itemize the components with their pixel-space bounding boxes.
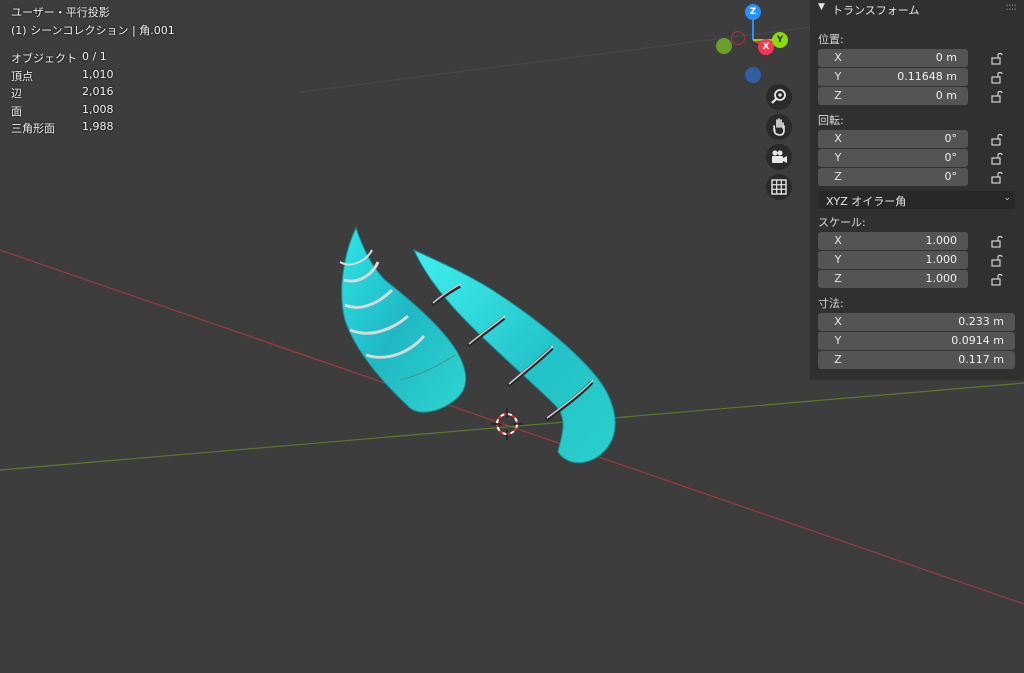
rotation-z-field[interactable]: Z 0° xyxy=(818,168,968,186)
transform-panel-header[interactable]: ▼ トランスフォーム :::: xyxy=(810,0,1024,18)
lock-icon[interactable] xyxy=(990,253,1004,267)
gizmo-neg-y-button[interactable] xyxy=(716,38,732,54)
rotation-mode-dropdown[interactable]: XYZ オイラー角 ⌄ xyxy=(818,191,1015,209)
lock-icon[interactable] xyxy=(990,234,1004,248)
zoom-icon[interactable] xyxy=(766,84,792,110)
lock-icon[interactable] xyxy=(990,51,1004,65)
hand-icon[interactable] xyxy=(766,114,792,140)
gizmo-neg-z-button[interactable] xyxy=(745,67,761,83)
location-x-field[interactable]: X0 m xyxy=(818,49,968,67)
lock-icon[interactable] xyxy=(990,151,1004,165)
rotation-label: 回転: xyxy=(818,114,844,127)
view-subtitle: (1) シーンコレクション | 角.001 xyxy=(11,24,175,37)
stat-triangles: 三角形面 1,988 xyxy=(11,120,114,136)
dimensions-z-field[interactable]: Z 0.117 m xyxy=(818,351,1015,369)
stat-vertices: 頂点 1,010 xyxy=(11,67,114,83)
gizmo-neg-x-button[interactable] xyxy=(731,31,745,45)
stat-objects: オブジェクト 0 / 1 xyxy=(11,50,107,65)
camera-icon[interactable] xyxy=(766,144,792,170)
rotation-x-field[interactable]: X 0° xyxy=(818,130,968,148)
dimensions-y-field[interactable]: Y 0.0914 m xyxy=(818,332,1015,350)
location-y-field[interactable]: Y 0.11648 m xyxy=(818,68,968,86)
lock-icon[interactable] xyxy=(990,132,1004,146)
horn-left xyxy=(339,226,467,413)
dimensions-x-field[interactable]: X 0.233 m xyxy=(818,313,1015,331)
dimensions-label: 寸法: xyxy=(818,297,844,310)
location-z-field[interactable]: Z0 m xyxy=(818,87,968,105)
gizmo-z-axis-button[interactable]: Z xyxy=(745,4,761,20)
statistics-overlay: オブジェクト 0 / 1 頂点 1,010 辺 2,016 面 1,008 三角… xyxy=(11,50,131,138)
lock-icon[interactable] xyxy=(990,70,1004,84)
lock-icon[interactable] xyxy=(990,272,1004,286)
grid-icon[interactable] xyxy=(766,174,792,200)
chevron-down-icon: ⌄ xyxy=(1003,193,1011,203)
rotation-y-field[interactable]: Y 0° xyxy=(818,149,968,167)
location-label: 位置: xyxy=(818,33,844,46)
y-axis-line xyxy=(0,382,1024,471)
view-title: ユーザー・平行投影 xyxy=(11,6,110,19)
3d-cursor-icon xyxy=(491,408,523,440)
stat-faces: 面 1,008 xyxy=(11,102,114,118)
chevron-down-icon: ▼ xyxy=(818,2,825,12)
panel-title: トランスフォーム xyxy=(832,4,920,17)
scale-label: スケール: xyxy=(818,216,866,229)
transform-panel: ▼ トランスフォーム :::: 位置: X0 m Y 0.11648 m Z0 m… xyxy=(810,0,1024,380)
scale-x-field[interactable]: X 1.000 xyxy=(818,232,968,250)
scale-y-field[interactable]: Y 1.000 xyxy=(818,251,968,269)
drag-handle-icon[interactable]: :::: xyxy=(1005,0,1017,13)
gizmo-y-axis-button[interactable]: Y xyxy=(772,32,788,48)
lock-icon[interactable] xyxy=(990,89,1004,103)
scale-z-field[interactable]: Z 1.000 xyxy=(818,270,968,288)
stat-edges: 辺 2,016 xyxy=(11,85,114,101)
lock-icon[interactable] xyxy=(990,170,1004,184)
